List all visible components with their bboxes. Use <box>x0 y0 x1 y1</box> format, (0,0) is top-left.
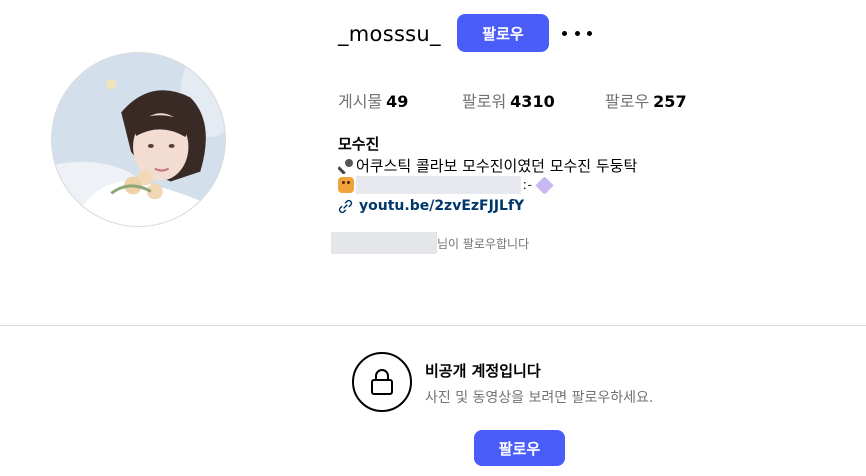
bio-line-2: ː- <box>338 175 554 195</box>
lock-icon <box>352 352 412 412</box>
cat-face-icon <box>338 177 354 193</box>
private-account-title: 비공개 계정입니다 <box>425 362 541 380</box>
following-label: 팔로우 <box>605 92 650 111</box>
posts-number: 49 <box>386 92 409 111</box>
followers-link[interactable]: 팔로워 4310 <box>462 88 555 112</box>
follow-button-bottom[interactable]: 팔로우 <box>474 430 565 466</box>
followers-number: 4310 <box>510 92 555 111</box>
link-icon <box>338 199 353 213</box>
private-account-description: 사진 및 동영상을 보려면 팔로우하세요. <box>425 390 654 406</box>
posts-label: 게시물 <box>338 92 383 111</box>
followed-by[interactable]: 님이 팔로우합니다 <box>331 232 529 254</box>
bio-line-1: 어쿠스틱 콜라보 모수진이였던 모수진 두둥탁 <box>338 155 637 176</box>
bio-text-1: 어쿠스틱 콜라보 모수진이였던 모수진 두둥탁 <box>356 157 638 175</box>
profile-avatar[interactable] <box>51 52 226 227</box>
following-link[interactable]: 팔로우 257 <box>605 88 687 112</box>
follow-button[interactable]: 팔로우 <box>457 14 549 52</box>
section-divider <box>0 325 866 326</box>
bio-text-2: ː- <box>523 175 554 195</box>
posts-count: 게시물 49 <box>338 88 408 112</box>
followers-label: 팔로워 <box>462 92 507 111</box>
following-number: 257 <box>653 92 687 111</box>
redacted-followers <box>331 232 437 254</box>
username: _mosssu_ <box>338 22 441 46</box>
bio-link-text: youtu.be/2zvEzFJJLfY <box>359 198 525 214</box>
followed-by-text: 님이 팔로우합니다 <box>437 236 530 251</box>
redacted-text <box>356 176 521 194</box>
full-name: 모수진 <box>338 135 380 153</box>
microphone-icon <box>338 158 353 174</box>
purple-heart-icon <box>535 175 554 195</box>
more-options-icon[interactable] <box>562 22 592 44</box>
profile-photo <box>52 53 225 226</box>
bio-link[interactable]: youtu.be/2zvEzFJJLfY <box>338 198 524 214</box>
